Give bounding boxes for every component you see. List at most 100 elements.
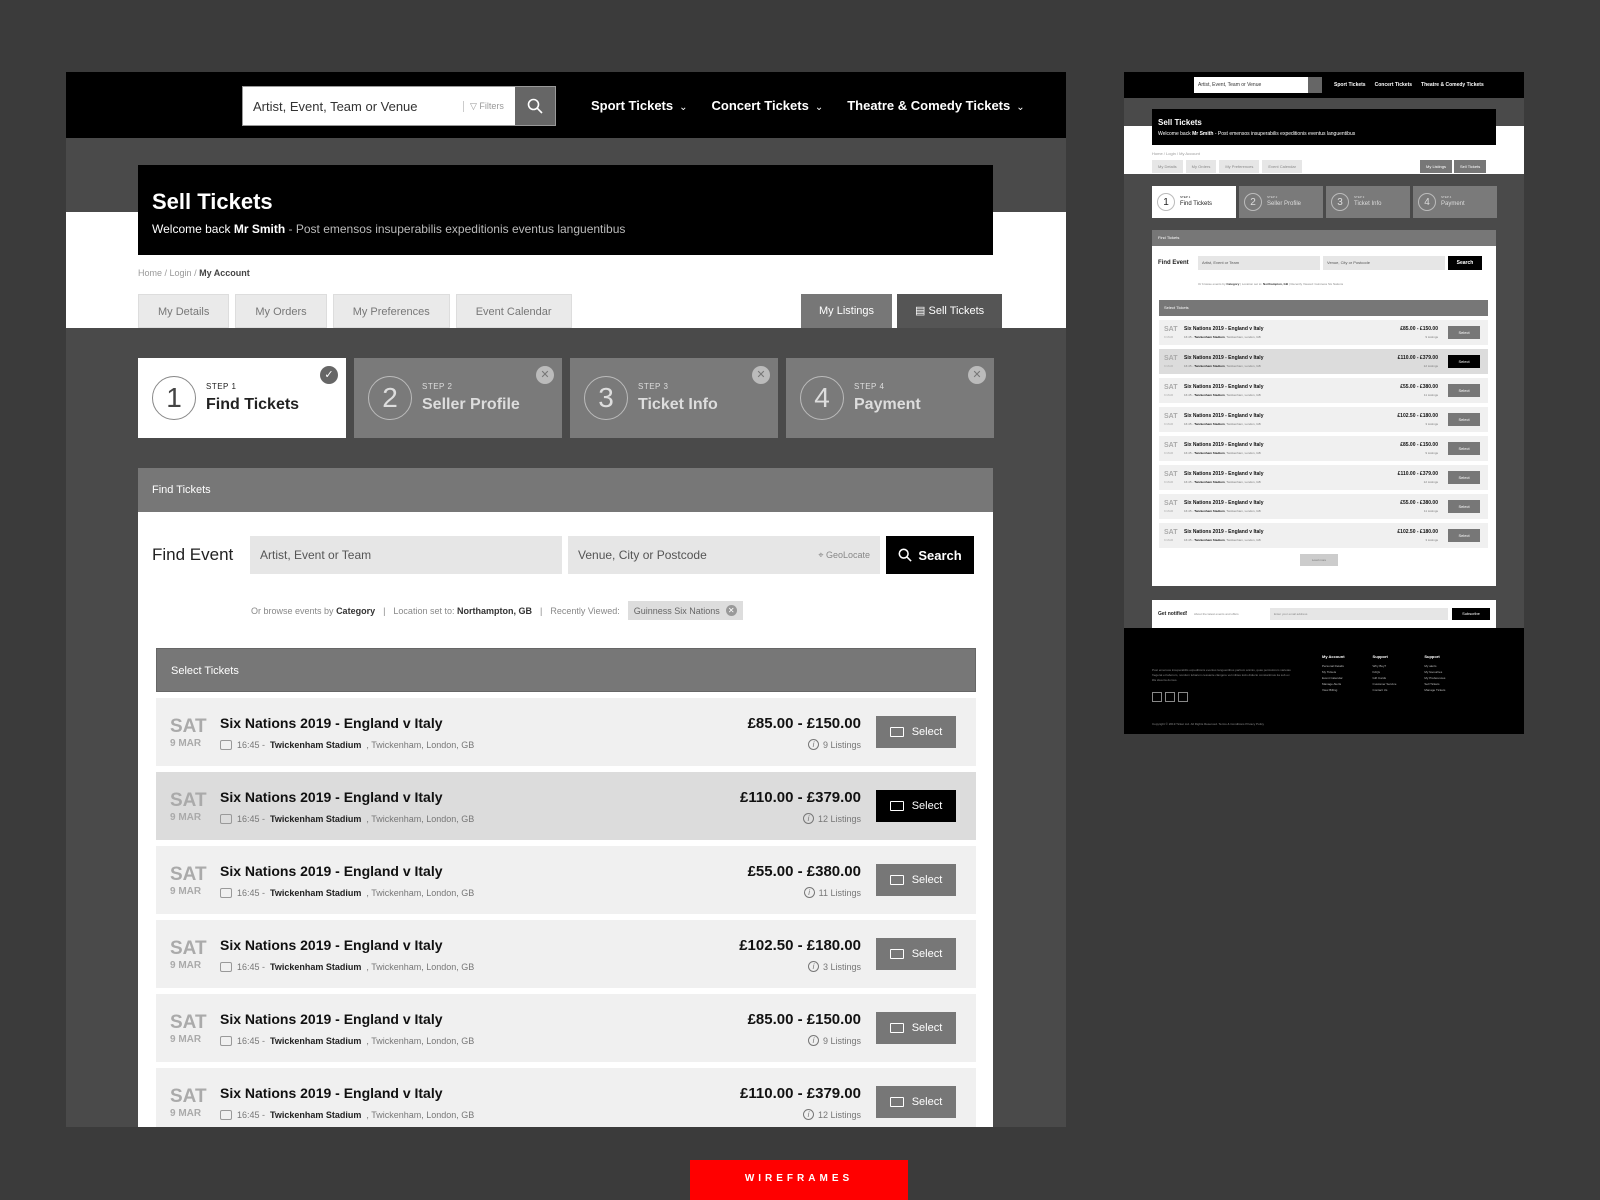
subscribe-button[interactable]: Subscribe	[1452, 608, 1490, 620]
breadcrumb-login[interactable]: Login	[170, 268, 192, 278]
footer-link[interactable]: Manage Tickets	[1424, 687, 1445, 693]
mini-select-button[interactable]: Select	[1448, 326, 1480, 339]
tab-sell-tickets[interactable]: ▤ Sell Tickets	[897, 294, 1003, 328]
header-search[interactable]: Artist, Event, Team or Venue ▽ Filters	[242, 86, 556, 126]
stadium-icon	[220, 1110, 232, 1120]
mini-table-row[interactable]: SAT 9 MAR Six Nations 2019 - England v I…	[1159, 349, 1488, 374]
tab-my-orders[interactable]: My Orders	[235, 294, 327, 328]
header-search-input[interactable]: Artist, Event, Team or Venue	[253, 99, 418, 114]
location-pin-icon: ⌖	[818, 550, 824, 560]
event-name[interactable]: Six Nations 2019 - England v Italy	[220, 789, 443, 805]
table-row[interactable]: SAT 9 MAR Six Nations 2019 - England v I…	[156, 698, 976, 766]
mini-tabs: My Details My Orders My Preferences Even…	[1152, 160, 1302, 173]
tab-my-details[interactable]: My Details	[138, 294, 230, 328]
footer-link[interactable]: Contact Us	[1373, 687, 1397, 693]
mini-select-button[interactable]: Select	[1448, 442, 1480, 455]
instagram-icon[interactable]	[1152, 692, 1162, 702]
table-row[interactable]: SAT 9 MAR Six Nations 2019 - England v I…	[156, 1068, 976, 1127]
twitter-icon[interactable]	[1165, 692, 1175, 702]
mini-select-button[interactable]: Select	[1448, 384, 1480, 397]
step-payment[interactable]: 4 STEP 4 Payment ✕	[786, 358, 994, 438]
find-search-button[interactable]: Search	[886, 536, 974, 574]
mini-venue-input[interactable]: Venue, City or Postcode	[1323, 256, 1445, 270]
mini-tab[interactable]: My Orders	[1185, 160, 1217, 173]
mini-table-row[interactable]: SAT 9 MAR Six Nations 2019 - England v I…	[1159, 465, 1488, 490]
nav-theatre-tickets[interactable]: Theatre & Comedy Tickets ⌄	[847, 98, 1024, 113]
stadium-icon	[220, 1036, 232, 1046]
mini-table-row[interactable]: SAT 9 MAR Six Nations 2019 - England v I…	[1159, 494, 1488, 519]
select-button[interactable]: Select	[876, 790, 956, 822]
mini-table-row[interactable]: SAT 9 MAR Six Nations 2019 - England v I…	[1159, 523, 1488, 548]
recent-chip[interactable]: Guinness Six Nations ✕	[627, 601, 743, 620]
mini-table-row[interactable]: SAT 9 MAR Six Nations 2019 - England v I…	[1159, 436, 1488, 461]
mini-step[interactable]: 3 STEP 3 Ticket Info	[1326, 186, 1410, 218]
select-button[interactable]: Select	[876, 1012, 956, 1044]
mini-tab-listings[interactable]: My Listings	[1420, 160, 1453, 173]
ticket-icon	[889, 1097, 904, 1107]
table-row[interactable]: SAT 9 MAR Six Nations 2019 - England v I…	[156, 920, 976, 988]
mini-table-row[interactable]: SAT 9 MAR Six Nations 2019 - England v I…	[1159, 407, 1488, 432]
close-icon: ✕	[968, 366, 986, 384]
mini-table-row[interactable]: SAT 9 MAR Six Nations 2019 - England v I…	[1159, 378, 1488, 403]
mini-tab[interactable]: My Details	[1152, 160, 1183, 173]
step-ticket-info[interactable]: 3 STEP 3 Ticket Info ✕	[570, 358, 778, 438]
mini-search-button[interactable]: Search	[1448, 256, 1482, 270]
mini-select-button[interactable]: Select	[1448, 355, 1480, 368]
event-name[interactable]: Six Nations 2019 - England v Italy	[220, 1011, 443, 1027]
event-name[interactable]: Six Nations 2019 - England v Italy	[220, 1085, 443, 1101]
event-name[interactable]: Six Nations 2019 - England v Italy	[220, 715, 443, 731]
select-button[interactable]: Select	[876, 864, 956, 896]
select-button[interactable]: Select	[876, 716, 956, 748]
chevron-down-icon: ⌄	[814, 102, 824, 113]
breadcrumb-home[interactable]: Home	[138, 268, 162, 278]
mini-select-button[interactable]: Select	[1448, 471, 1480, 484]
search-button[interactable]	[515, 87, 555, 125]
load-more-button[interactable]: Load more	[1300, 554, 1338, 566]
select-button[interactable]: Select	[876, 1086, 956, 1118]
mini-panel: Find Tickets Find Event Artist, Event or…	[1152, 230, 1496, 586]
select-button[interactable]: Select	[876, 938, 956, 970]
mini-select-button[interactable]: Select	[1448, 500, 1480, 513]
find-event-row: Find Event Artist, Event or Team Venue, …	[152, 536, 974, 574]
venue-search-input[interactable]: Venue, City or Postcode ⌖ GeoLocate	[568, 536, 880, 574]
mini-step[interactable]: 1 STEP 1 Find Tickets	[1152, 186, 1236, 218]
event-name[interactable]: Six Nations 2019 - England v Italy	[220, 863, 443, 879]
mini-tab[interactable]: Event Calendar	[1262, 160, 1302, 173]
email-field[interactable]: Enter your email address	[1270, 608, 1448, 620]
mini-step[interactable]: 4 STEP 4 Payment	[1413, 186, 1497, 218]
table-row[interactable]: SAT 9 MAR Six Nations 2019 - England v I…	[156, 772, 976, 840]
nav-sport-tickets[interactable]: Sport Tickets ⌄	[591, 98, 688, 113]
geolocate-button[interactable]: ⌖ GeoLocate	[818, 536, 870, 574]
mini-nav-sport[interactable]: Sport Tickets	[1334, 82, 1366, 88]
event-search-input[interactable]: Artist, Event or Team	[250, 536, 562, 574]
footer-link[interactable]: View Billing	[1322, 687, 1345, 693]
step-seller-profile[interactable]: 2 STEP 2 Seller Profile ✕	[354, 358, 562, 438]
tab-my-listings[interactable]: My Listings	[801, 294, 893, 328]
mini-search-icon[interactable]	[1308, 77, 1322, 93]
mini-select-button[interactable]: Select	[1448, 529, 1480, 542]
step-progress: 1 STEP 1 Find Tickets ✓ 2 STEP 2 Seller …	[138, 358, 994, 438]
mini-select-button[interactable]: Select	[1448, 413, 1480, 426]
filters-button[interactable]: ▽ Filters	[463, 101, 504, 112]
event-name[interactable]: Six Nations 2019 - England v Italy	[220, 937, 443, 953]
mini-step[interactable]: 2 STEP 2 Seller Profile	[1239, 186, 1323, 218]
mini-event-input[interactable]: Artist, Event or Team	[1198, 256, 1320, 270]
mini-tab[interactable]: My Preferences	[1219, 160, 1260, 173]
table-row[interactable]: SAT 9 MAR Six Nations 2019 - England v I…	[156, 846, 976, 914]
mini-search-input[interactable]: Artist, Event, Team or Venue	[1194, 77, 1308, 93]
browse-category-link[interactable]: Category	[336, 606, 375, 616]
table-row[interactable]: SAT 9 MAR Six Nations 2019 - England v I…	[156, 994, 976, 1062]
location-value[interactable]: Northampton, GB	[457, 606, 532, 616]
mini-nav-theatre[interactable]: Theatre & Comedy Tickets	[1421, 82, 1484, 88]
mini-nav-concert[interactable]: Concert Tickets	[1375, 82, 1412, 88]
nav-concert-tickets[interactable]: Concert Tickets ⌄	[712, 98, 824, 113]
ticket-icon	[889, 727, 904, 737]
tab-event-calendar[interactable]: Event Calendar	[455, 294, 572, 328]
step-find-tickets[interactable]: 1 STEP 1 Find Tickets ✓	[138, 358, 346, 438]
mini-table-row[interactable]: SAT 9 MAR Six Nations 2019 - England v I…	[1159, 320, 1488, 345]
event-date: 9 MAR	[170, 1108, 202, 1119]
mini-tab-sell[interactable]: Sell Tickets	[1454, 160, 1487, 173]
tab-my-preferences[interactable]: My Preferences	[332, 294, 450, 328]
facebook-icon[interactable]	[1178, 692, 1188, 702]
stadium-icon	[220, 814, 232, 824]
